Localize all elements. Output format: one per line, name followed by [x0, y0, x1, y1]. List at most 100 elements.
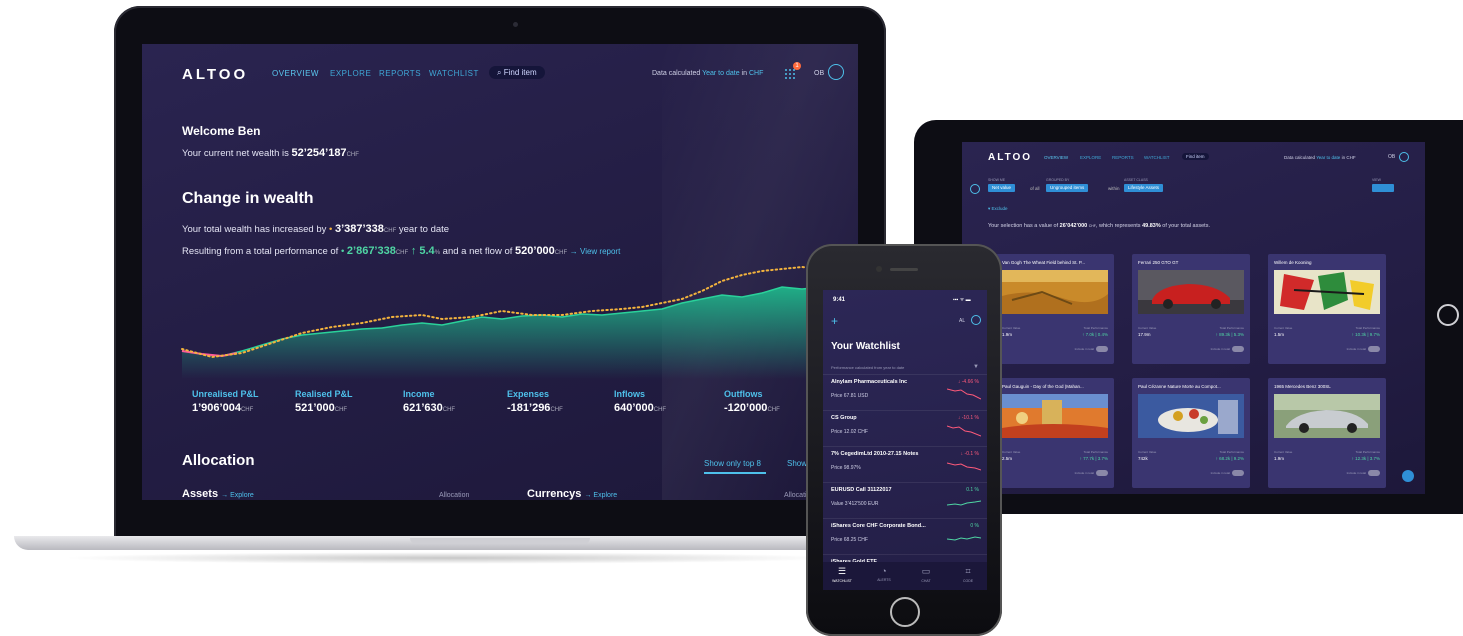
tablet-screen: ALTOO OVERVIEW EXPLORE REPORTS WATCHLIST…: [962, 142, 1425, 494]
apps-grid-icon[interactable]: [784, 68, 796, 80]
currency-label: CHF: [395, 250, 409, 256]
wealth-increase-line: Your total wealth has increased by • 3’3…: [182, 223, 449, 235]
total-performance-label: Total Performance: [1083, 450, 1108, 454]
include-label: Include in total: [1346, 471, 1366, 475]
metric-value: -120’000CHF: [724, 402, 780, 414]
add-icon[interactable]: +: [831, 314, 838, 328]
user-avatar-icon[interactable]: [828, 64, 844, 80]
tab-alerts[interactable]: ◔ ALERTS: [869, 566, 899, 582]
find-item-button[interactable]: ⌕ Find item: [489, 66, 545, 79]
row-change: ↓ -10.1 %: [957, 415, 979, 421]
include-toggle[interactable]: [1232, 346, 1244, 352]
increase-prefix: Your total wealth has increased by: [182, 224, 327, 235]
view-select[interactable]: [1372, 184, 1394, 192]
card-title: Van Gogh The Wheat Field behind St. P...: [1002, 260, 1086, 265]
card-performance: ↑ 12.3k | 3.7%: [1351, 456, 1380, 461]
tablet-user-initials[interactable]: OB: [1388, 154, 1395, 160]
watchlist-row[interactable]: 7% CegedimLtd 2010-27.15 Notes Price 98.…: [823, 446, 987, 483]
percent-sign: %: [434, 250, 441, 256]
app-logo[interactable]: ALTOO: [182, 66, 248, 83]
phone-user-initials[interactable]: AL: [959, 318, 965, 324]
wealth-chart: [181, 264, 858, 379]
back-icon[interactable]: [970, 184, 980, 194]
card-title: Ferrari 250 GTO GT: [1138, 260, 1179, 265]
tablet-nav-reports[interactable]: REPORTS: [1112, 155, 1134, 160]
nav-overview[interactable]: OVERVIEW: [272, 69, 319, 78]
watchlist-row[interactable]: CS Group Price 12.02 CHF ↓ -10.1 %: [823, 410, 987, 447]
chat-fab-button[interactable]: [1402, 470, 1414, 482]
row-price: Price 12.02 CHF: [831, 429, 868, 435]
nav-reports[interactable]: REPORTS: [379, 69, 421, 78]
net-wealth-line: Your current net wealth is 52’254’187CHF: [182, 147, 359, 159]
tablet-nav-explore[interactable]: EXPLORE: [1080, 155, 1101, 160]
include-toggle[interactable]: [1368, 470, 1380, 476]
asset-card[interactable]: Paul Cézanne Nature Morte au Compot... C…: [1132, 378, 1250, 488]
asset-card[interactable]: Paul Gauguin - Day of the God (Mahan... …: [996, 378, 1114, 488]
card-current-value: 1.9m: [1274, 456, 1285, 461]
watchlist-row[interactable]: iShares Core CHF Corporate Bond... Price…: [823, 518, 987, 555]
card-performance: ↑ 10.3k | 9.7%: [1351, 332, 1380, 337]
watchlist-row[interactable]: EURUSD Call 31122017 Value 3’412’500 EUR…: [823, 482, 987, 519]
metric-income[interactable]: Income 621’630CHF: [403, 389, 455, 414]
show-me-label: SHOW ME: [988, 178, 1006, 182]
card-title: Paul Gauguin - Day of the God (Mahan...: [1002, 384, 1084, 389]
show-top-8-tab[interactable]: Show only top 8: [704, 459, 761, 468]
asset-card[interactable]: Willem de Kooning Current Value Total Pe…: [1268, 254, 1386, 364]
currency-label: CHF: [346, 152, 359, 158]
artwork-image: [1002, 394, 1108, 438]
include-toggle[interactable]: [1232, 470, 1244, 476]
bell-icon: ◔: [881, 566, 887, 576]
datacalc-period[interactable]: Year to date: [702, 70, 740, 77]
grouped-by-select[interactable]: Ungrouped items: [1046, 184, 1089, 192]
tab-watchlist[interactable]: ☰ WATCHLIST: [827, 566, 857, 583]
perf-prefix: Resulting from a total performance of: [182, 246, 339, 257]
metric-expenses[interactable]: Expenses -181’296CHF: [507, 389, 563, 414]
within-label: within: [1108, 186, 1120, 191]
asset-class-select[interactable]: Lifestyle Assets: [1124, 184, 1164, 192]
metric-value: 621’630CHF: [403, 402, 456, 414]
filter-icon[interactable]: ▼: [973, 364, 979, 370]
tablet-user-icon[interactable]: [1399, 152, 1409, 162]
performance-line: Resulting from a total performance of • …: [182, 245, 620, 257]
grouped-by-label: GROUPED BY: [1046, 178, 1070, 182]
include-toggle[interactable]: [1096, 346, 1108, 352]
tab-code[interactable]: ⌗ CODE: [953, 566, 983, 583]
asset-card[interactable]: Ferrari 250 GTO GT Current Value Total P…: [1132, 254, 1250, 364]
view-report-link[interactable]: → View report: [570, 247, 621, 256]
tablet-nav-watchlist[interactable]: WATCHLIST: [1144, 155, 1170, 160]
user-initials[interactable]: OB: [814, 70, 824, 77]
row-price: Price 67.81 USD: [831, 393, 869, 399]
metric-unrealised[interactable]: Unrealised P&L 1’906’004CHF: [192, 389, 259, 414]
laptop-screen: ALTOO OVERVIEW EXPLORE REPORTS WATCHLIST…: [142, 44, 858, 500]
find-item-label: Find item: [503, 68, 537, 77]
tablet-nav-overview[interactable]: OVERVIEW: [1044, 155, 1068, 160]
metric-inflows[interactable]: Inflows 640’000CHF: [614, 389, 666, 414]
nav-explore[interactable]: EXPLORE: [330, 69, 371, 78]
current-value-label: Current Value: [1274, 450, 1293, 454]
nav-watchlist[interactable]: WATCHLIST: [429, 69, 479, 78]
row-price: Value 3’412’500 EUR: [831, 501, 879, 507]
tab-chat[interactable]: ▭ CHAT: [911, 566, 941, 583]
tablet-logo[interactable]: ALTOO: [988, 152, 1032, 163]
show-me-select[interactable]: Net value: [988, 184, 1016, 192]
watchlist-row[interactable]: Alnylam Pharmaceuticals Inc Price 67.81 …: [823, 374, 987, 411]
include-toggle[interactable]: [1368, 346, 1380, 352]
assets-explore-link[interactable]: → Explore: [221, 492, 254, 499]
datacalc-currency[interactable]: CHF: [749, 70, 763, 77]
include-label: Include in total: [1074, 347, 1094, 351]
tablet-find-button[interactable]: Find item: [1182, 153, 1209, 160]
metric-realised[interactable]: Realised P&L 521’000CHF: [295, 389, 353, 414]
current-value-label: Current Value: [1274, 326, 1293, 330]
asset-card[interactable]: Van Gogh The Wheat Field behind St. P...…: [996, 254, 1114, 364]
perf-value: 2’867’338: [346, 245, 396, 257]
asset-card[interactable]: 1965 Mercedes Benz 300SL Current Value T…: [1268, 378, 1386, 488]
card-current-value: 1.9m: [1002, 332, 1013, 337]
metric-outflows[interactable]: Outflows -120’000CHF: [724, 389, 780, 414]
show-all-tab[interactable]: Show: [787, 459, 807, 468]
phone-user-icon[interactable]: [971, 315, 981, 325]
include-toggle[interactable]: [1096, 470, 1108, 476]
exclude-toggle[interactable]: ▾ Exclude: [988, 206, 1008, 212]
currencys-explore-link[interactable]: → Explore: [584, 492, 617, 499]
metric-value: -181’296CHF: [507, 402, 563, 414]
current-value-label: Current Value: [1138, 450, 1157, 454]
